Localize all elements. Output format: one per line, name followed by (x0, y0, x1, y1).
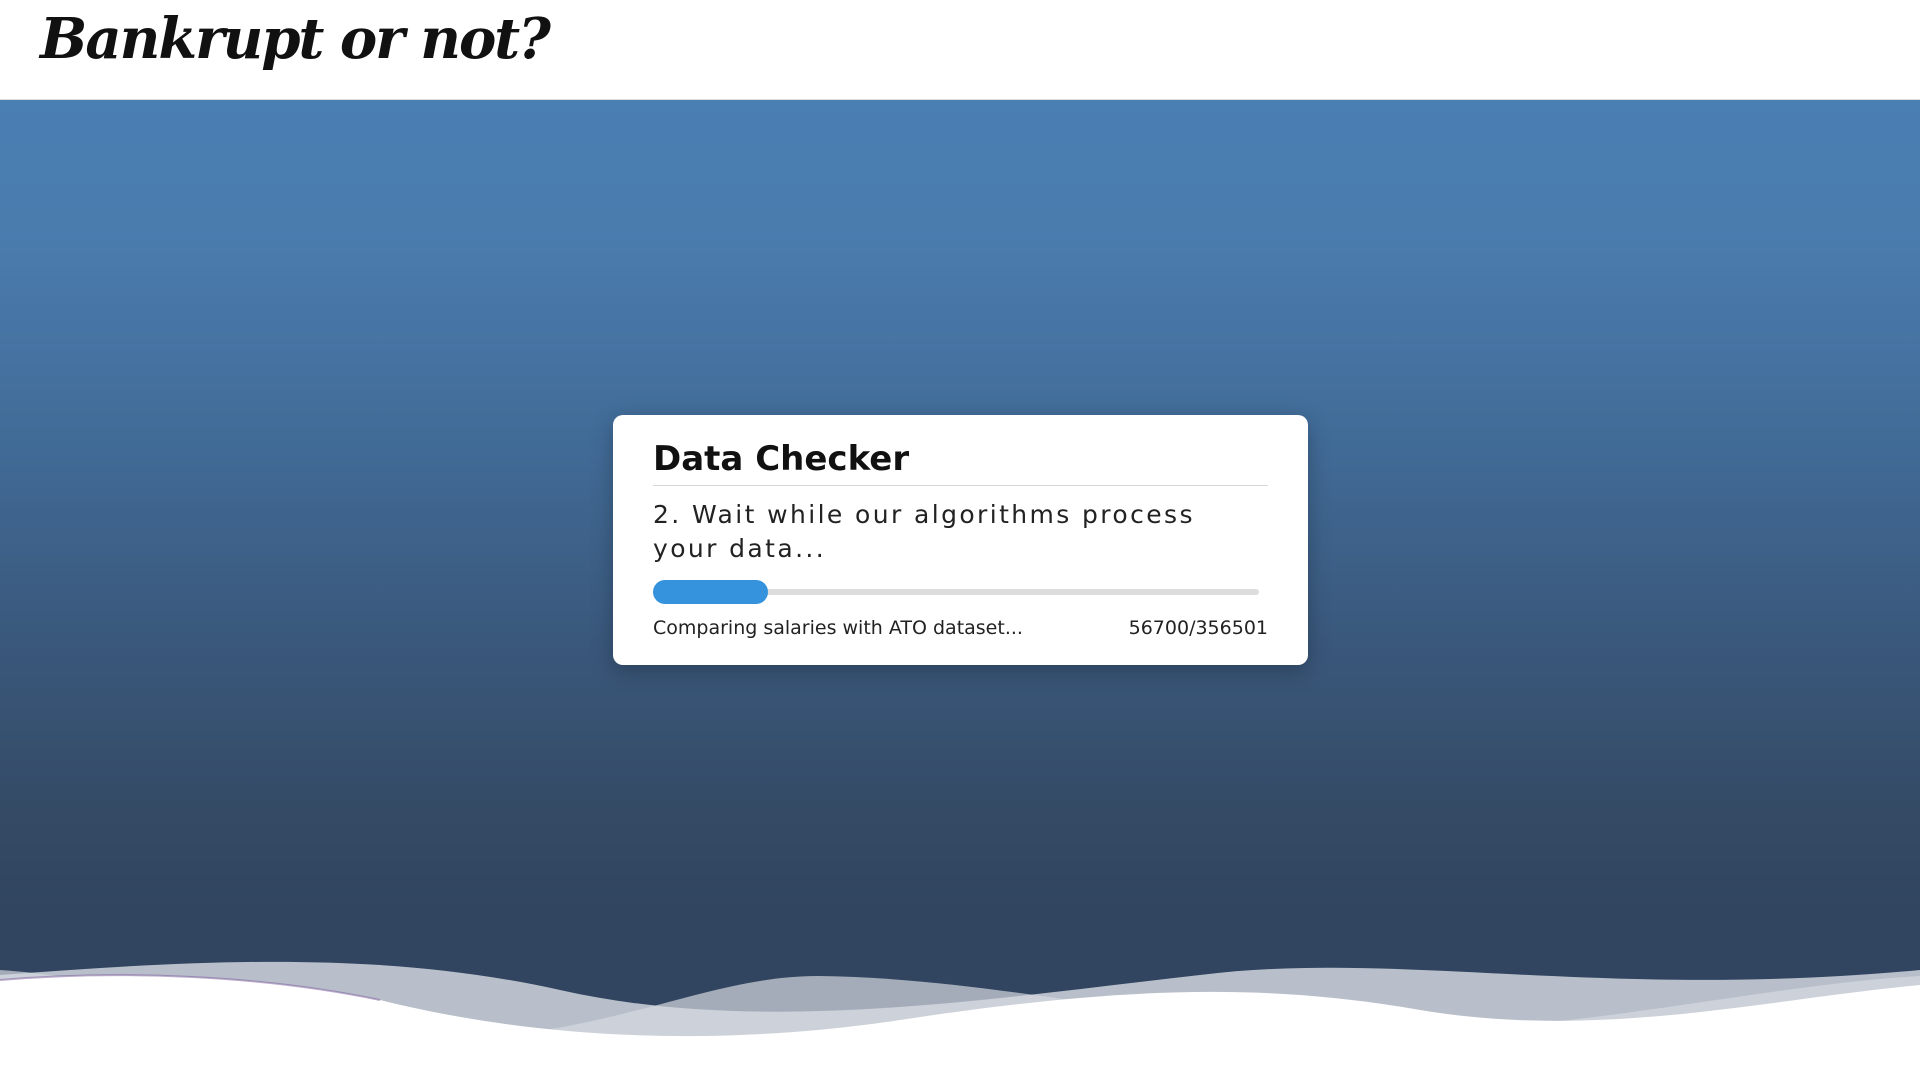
status-row: Comparing salaries with ATO dataset... 5… (653, 617, 1268, 639)
progress-bar-fill (653, 580, 769, 604)
progress-counter: 56700/356501 (1128, 617, 1268, 639)
data-checker-card: Data Checker 2. Wait while our algorithm… (613, 415, 1308, 665)
step-instruction: 2. Wait while our algorithms process you… (653, 500, 1195, 563)
progress-bar-track (653, 580, 1259, 604)
card-title: Data Checker (653, 437, 1268, 486)
status-text: Comparing salaries with ATO dataset... (653, 617, 1023, 639)
site-header: Bankrupt or not? (0, 0, 1920, 100)
wave-decoration (0, 961, 1920, 1080)
site-logo[interactable]: Bankrupt or not? (40, 6, 551, 72)
